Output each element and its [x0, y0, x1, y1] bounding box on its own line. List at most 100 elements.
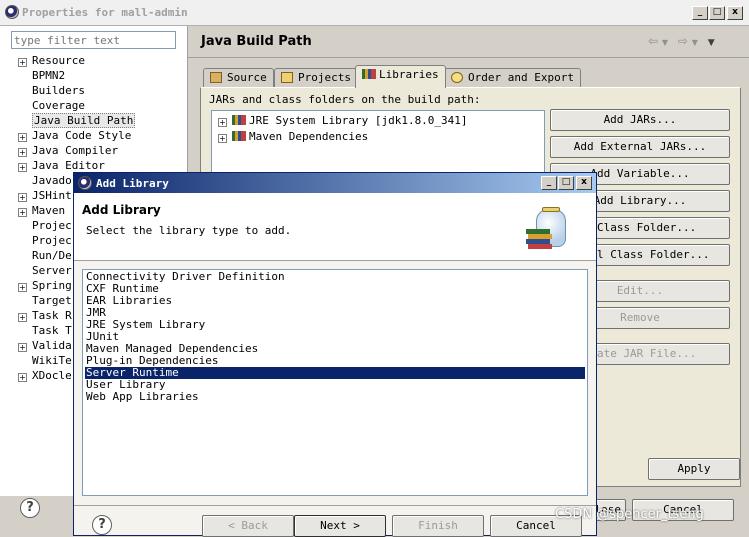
- expand-icon[interactable]: +: [218, 118, 227, 127]
- expand-icon[interactable]: +: [18, 133, 27, 142]
- tree-item-label: Java Editor: [32, 159, 105, 172]
- tree-item[interactable]: + Maven: [18, 204, 65, 219]
- expand-icon[interactable]: +: [18, 58, 27, 67]
- dialog-minimize-button[interactable]: _: [541, 176, 557, 190]
- dialog-description: Select the library type to add.: [86, 224, 292, 237]
- history-nav[interactable]: ⇦ ▼ ⇨ ▼ ▼: [648, 34, 715, 48]
- tree-item[interactable]: Run/De: [18, 249, 72, 264]
- help-icon[interactable]: ?: [20, 498, 40, 518]
- source-folder-icon: [210, 72, 222, 83]
- expand-icon[interactable]: +: [18, 163, 27, 172]
- back-menu-icon[interactable]: ▼: [662, 38, 668, 47]
- list-item[interactable]: Connectivity Driver Definition: [85, 271, 585, 283]
- tree-item[interactable]: Java Build Path: [18, 113, 136, 129]
- add-library-dialog: Add Library _ □ x Add Library Select the…: [73, 172, 597, 537]
- maximize-button[interactable]: □: [709, 6, 725, 20]
- dialog-title-bar[interactable]: Add Library _ □ x: [74, 173, 596, 193]
- tree-item-label: JSHint: [32, 189, 72, 202]
- forward-menu-icon[interactable]: ▼: [692, 38, 698, 47]
- tree-item[interactable]: + Task R: [18, 309, 72, 324]
- add-external-jars-button[interactable]: Add External JARs...: [550, 136, 730, 158]
- library-type-list[interactable]: Connectivity Driver Definition CXF Runtim…: [82, 269, 588, 496]
- tree-item[interactable]: Javado: [18, 174, 72, 189]
- expand-icon[interactable]: +: [18, 148, 27, 157]
- eclipse-icon: [78, 176, 92, 190]
- tree-item-label: Java Code Style: [32, 129, 132, 142]
- tree-item-label: Run/De: [32, 249, 72, 262]
- expand-icon[interactable]: +: [18, 193, 27, 202]
- expand-icon[interactable]: +: [18, 283, 27, 292]
- tree-item[interactable]: Projec: [18, 234, 72, 249]
- tree-item[interactable]: Builders: [18, 84, 85, 99]
- tree-item-label: Builders: [32, 84, 85, 97]
- tree-item[interactable]: Projec: [18, 219, 72, 234]
- tree-item[interactable]: WikiTe: [18, 354, 72, 369]
- dialog-close-button[interactable]: x: [576, 176, 592, 190]
- next-button[interactable]: Next >: [294, 515, 386, 537]
- tab-projects[interactable]: Projects: [274, 68, 358, 87]
- finish-button[interactable]: Finish: [392, 515, 484, 537]
- tree-item-label: Server: [32, 264, 72, 277]
- back-arrow-icon[interactable]: ⇦: [648, 34, 658, 48]
- tree-item-label: XDocle: [32, 369, 72, 382]
- eclipse-icon: [5, 5, 19, 19]
- tab-libraries[interactable]: Libraries: [355, 65, 446, 88]
- minimize-button[interactable]: _: [692, 6, 708, 20]
- list-item[interactable]: Web App Libraries: [85, 391, 585, 403]
- maven-dependencies-entry[interactable]: + Maven Dependencies: [218, 130, 368, 143]
- tree-item-label: Spring: [32, 279, 72, 292]
- dialog-footer-divider: [74, 505, 596, 506]
- expand-icon[interactable]: +: [18, 373, 27, 382]
- tree-item-label: Java Compiler: [32, 144, 119, 157]
- project-folder-icon: [281, 72, 293, 83]
- dialog-header-title: Add Library: [82, 203, 161, 217]
- build-path-list[interactable]: + JRE System Library [jdk1.8.0_341] + Mave…: [211, 110, 545, 180]
- dialog-title: Add Library: [96, 177, 169, 190]
- tree-item[interactable]: Server: [18, 264, 72, 279]
- tree-item-label: Target: [32, 294, 72, 307]
- expand-icon[interactable]: +: [218, 134, 227, 143]
- tree-item-label: Coverage: [32, 99, 85, 112]
- tree-item-label: Java Build Path: [32, 113, 136, 128]
- tree-item[interactable]: Task T: [18, 324, 72, 339]
- filter-input[interactable]: [11, 31, 176, 49]
- tree-item-label: WikiTe: [32, 354, 72, 367]
- tree-item[interactable]: + JSHint: [18, 189, 72, 204]
- close-button[interactable]: x: [727, 6, 743, 20]
- tree-item[interactable]: + XDocle: [18, 369, 72, 384]
- library-banner-icon: [524, 207, 570, 251]
- back-button[interactable]: < Back: [202, 515, 294, 537]
- dialog-help-icon[interactable]: ?: [92, 515, 112, 535]
- tree-item[interactable]: + Resource: [18, 54, 85, 69]
- list-item[interactable]: JRE System Library: [85, 319, 585, 331]
- tree-item[interactable]: BPMN2: [18, 69, 65, 84]
- tab-source[interactable]: Source: [203, 68, 274, 87]
- tree-item[interactable]: + Valida: [18, 339, 72, 354]
- tree-item-label: Task R: [32, 309, 72, 322]
- jre-library-entry[interactable]: + JRE System Library [jdk1.8.0_341]: [218, 114, 468, 127]
- tree-item[interactable]: Target: [18, 294, 72, 309]
- forward-arrow-icon[interactable]: ⇨: [678, 34, 688, 48]
- apply-button[interactable]: Apply: [648, 458, 740, 480]
- expand-icon[interactable]: +: [18, 313, 27, 322]
- tree-item-label: Projec: [32, 219, 72, 232]
- watermark: CSDN @spencer_tseng: [555, 507, 704, 522]
- list-item[interactable]: EAR Libraries: [85, 295, 585, 307]
- library-icon: [232, 115, 246, 125]
- tree-item[interactable]: + Spring: [18, 279, 72, 294]
- view-menu-icon[interactable]: ▼: [708, 38, 715, 48]
- tree-item[interactable]: + Java Compiler: [18, 144, 118, 159]
- dialog-header: Add Library Select the library type to a…: [74, 193, 596, 261]
- window-title-bar[interactable]: Properties for mall-admin _ □ x: [0, 0, 749, 26]
- tree-item-label: Task T: [32, 324, 72, 337]
- tab-order-and-export[interactable]: Order and Export: [444, 68, 581, 87]
- tree-item[interactable]: Coverage: [18, 99, 85, 114]
- expand-icon[interactable]: +: [18, 343, 27, 352]
- order-export-icon: [451, 72, 463, 83]
- tree-item-label: Resource: [32, 54, 85, 67]
- dialog-maximize-button[interactable]: □: [558, 176, 574, 190]
- tree-item[interactable]: + Java Code Style: [18, 129, 131, 144]
- expand-icon[interactable]: +: [18, 208, 27, 217]
- add-jars-button[interactable]: Add JARs...: [550, 109, 730, 131]
- tree-item-label: Maven: [32, 204, 66, 217]
